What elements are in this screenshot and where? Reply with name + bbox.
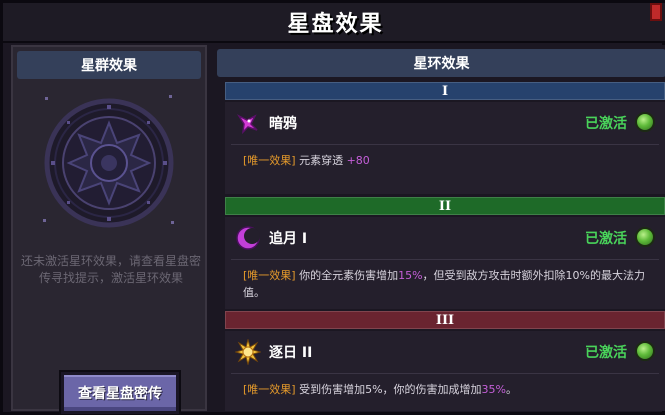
section-header-3: III <box>225 311 665 329</box>
effect-highlight: +80 <box>346 154 370 167</box>
effect-highlight: 35% <box>481 383 506 396</box>
close-tab[interactable] <box>650 3 662 21</box>
effect-text: 受到伤害增加5%，你的伤害加成增加 <box>299 383 482 396</box>
section-header-2: II <box>225 197 665 215</box>
crow-icon <box>236 114 258 135</box>
ring-card-3: 逐日 II 已激活 [唯一效果] 受到伤害增加5%，你的伤害加成增加35%。 <box>225 331 665 411</box>
unique-effect-tag: [唯一效果] <box>243 383 296 396</box>
section-header-1: I <box>225 82 665 100</box>
sun-icon <box>235 339 261 365</box>
active-indicator-icon <box>635 227 655 247</box>
window-title: 星盘效果 <box>287 12 384 37</box>
star-chart-icon <box>43 95 174 228</box>
left-panel-header: 星群效果 <box>17 51 201 79</box>
status-label: 已激活 <box>585 345 627 361</box>
effect-description: [唯一效果] 受到伤害增加5%，你的伤害加成增加35%。 <box>243 381 647 398</box>
unique-effect-tag: [唯一效果] <box>243 154 296 167</box>
crescent-moon-icon <box>236 226 260 250</box>
divider <box>231 373 659 374</box>
constellation-window: 星盘效果 星群效果 还未激活星环效果，请查看星盘密传寻找提示，激活星环效果 查看… <box>0 0 665 415</box>
star-ring-panel: 星环效果 I 暗鸦 已激活 [唯一效果] 元素穿透 +80 II 追月 I 已激… <box>215 45 665 411</box>
constellation-group-panel: 星群效果 还未激活星环效果，请查看星盘密传寻找提示，激活星环效果 查看星盘密传 <box>11 45 207 414</box>
status-label: 已激活 <box>585 231 627 247</box>
effect-text: 元素穿透 <box>299 154 344 167</box>
title-bar: 星盘效果 <box>3 3 665 43</box>
active-indicator-icon <box>635 112 655 132</box>
divider <box>231 144 659 145</box>
view-star-secret-button[interactable]: 查看星盘密传 <box>61 372 179 414</box>
activation-hint: 还未激活星环效果，请查看星盘密传寻找提示，激活星环效果 <box>21 254 202 285</box>
status-label: 已激活 <box>585 116 627 132</box>
ring-name: 暗鸦 <box>269 116 297 132</box>
effect-description: [唯一效果] 元素穿透 +80 <box>243 152 647 169</box>
unique-effect-tag: [唯一效果] <box>243 269 296 282</box>
effect-text-tail: 。 <box>506 383 517 396</box>
ring-card-2: 追月 I 已激活 [唯一效果] 你的全元素伤害增加15%，但受到敌方攻击时额外扣… <box>225 217 665 309</box>
ring-card-1: 暗鸦 已激活 [唯一效果] 元素穿透 +80 <box>225 102 665 194</box>
active-indicator-icon <box>635 341 655 361</box>
effect-highlight: 15% <box>398 269 423 282</box>
ring-name: 逐日 II <box>269 345 313 361</box>
right-panel-header: 星环效果 <box>217 49 665 77</box>
effect-text: 你的全元素伤害增加 <box>299 269 399 282</box>
divider <box>231 259 659 260</box>
ring-name: 追月 I <box>269 231 308 247</box>
effect-description: [唯一效果] 你的全元素伤害增加15%，但受到敌方攻击时额外扣除10%的最大法力… <box>243 267 647 301</box>
